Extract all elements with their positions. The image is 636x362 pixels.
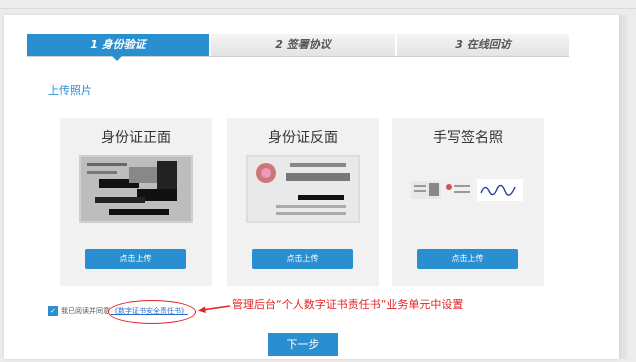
upload-card-signature: 手写签名照 点击上传 [392,118,544,286]
highlight-ellipse [108,300,196,324]
id-card-back-image [246,155,360,223]
upload-card-id-back: 身份证反面 点击上传 [227,118,379,286]
upload-signature-button[interactable]: 点击上传 [417,249,518,269]
top-divider [0,8,636,9]
upload-id-back-button[interactable]: 点击上传 [252,249,353,269]
agreement-checkbox[interactable]: ✓ [48,306,58,316]
next-step-button[interactable]: 下一步 [268,333,338,356]
upload-id-front-button[interactable]: 点击上传 [85,249,186,269]
step-online-callback[interactable]: 3 在线回访 [397,34,569,56]
card-title: 手写签名照 [433,130,503,146]
section-title: 上传照片 [48,84,92,97]
annotation-arrow-icon [198,305,231,313]
upload-card-id-front: 身份证正面 点击上传 [60,118,212,286]
annotation-text: 管理后台“个人数字证书责任书”业务单元中设置 [232,298,464,311]
step-tabs: 1 身份验证 2 签署协议 3 在线回访 [27,34,569,56]
id-card-front-image [79,155,193,223]
panel-shadow [619,15,627,359]
card-title: 身份证正面 [101,130,171,146]
card-title: 身份证反面 [268,130,338,146]
signature-sample-image [411,179,523,201]
step-identity-verification[interactable]: 1 身份验证 [27,34,209,56]
step-sign-agreement[interactable]: 2 签署协议 [211,34,395,56]
agreement-prefix: 我已阅读并同意 [61,307,110,315]
steps-underline [27,56,569,57]
active-step-arrow-icon [112,56,122,61]
